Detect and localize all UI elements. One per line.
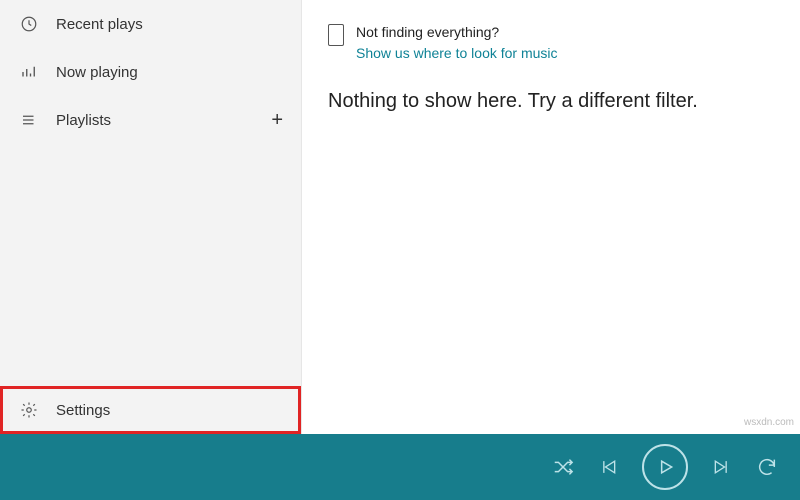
sidebar: Recent plays Now playing Playlists + <box>0 0 302 434</box>
device-icon <box>328 24 344 46</box>
hint-title: Not finding everything? <box>356 22 558 43</box>
sidebar-item-label: Settings <box>56 402 110 419</box>
gear-icon <box>18 401 40 419</box>
sidebar-item-now-playing[interactable]: Now playing <box>0 48 301 96</box>
sidebar-item-playlists[interactable]: Playlists + <box>0 96 301 144</box>
now-playing-icon <box>18 63 40 81</box>
sidebar-item-settings[interactable]: Settings <box>0 386 301 434</box>
player-bar <box>0 434 800 500</box>
watermark: wsxdn.com <box>744 417 794 428</box>
add-playlist-button[interactable]: + <box>271 109 283 132</box>
sidebar-item-label: Recent plays <box>56 16 143 33</box>
empty-state-message: Nothing to show here. Try a different fi… <box>328 90 774 113</box>
shuffle-button[interactable] <box>552 456 574 478</box>
previous-button[interactable] <box>598 457 618 477</box>
clock-icon <box>18 15 40 33</box>
sidebar-item-recent-plays[interactable]: Recent plays <box>0 0 301 48</box>
content-pane: Not finding everything? Show us where to… <box>302 0 800 434</box>
next-button[interactable] <box>712 457 732 477</box>
sidebar-item-label: Playlists <box>56 112 111 129</box>
play-button[interactable] <box>642 444 688 490</box>
repeat-button[interactable] <box>756 456 778 478</box>
sidebar-item-label: Now playing <box>56 64 138 81</box>
music-location-hint: Not finding everything? Show us where to… <box>328 22 774 64</box>
playlist-icon <box>18 111 40 129</box>
hint-link[interactable]: Show us where to look for music <box>356 43 558 64</box>
